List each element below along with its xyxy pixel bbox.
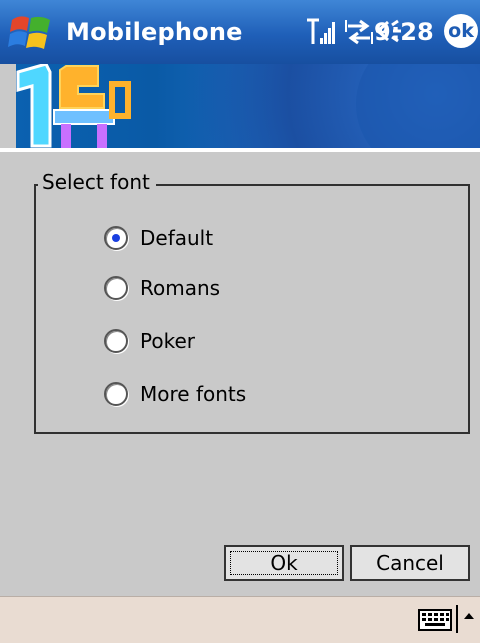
title-bar: Mobilephone 9:28 ok	[0, 0, 480, 64]
radio-button[interactable]	[104, 329, 128, 353]
banner-logo	[16, 64, 480, 148]
ok-button[interactable]: Ok	[224, 545, 344, 581]
header-banner-image	[16, 64, 480, 148]
keyboard-icon[interactable]	[418, 609, 452, 631]
radio-option-romans[interactable]: Romans	[104, 272, 220, 304]
clock-time[interactable]: 9:28	[374, 18, 434, 46]
cancel-button[interactable]: Cancel	[350, 545, 470, 581]
radio-button-selected[interactable]	[104, 226, 128, 250]
connectivity-icon[interactable]	[344, 14, 374, 50]
group-label: Select font	[38, 170, 156, 194]
cancel-button-label: Cancel	[376, 551, 444, 575]
app-title: Mobilephone	[66, 18, 243, 46]
windows-start-icon[interactable]	[8, 12, 54, 54]
radio-button[interactable]	[104, 276, 128, 300]
radio-label: Default	[140, 226, 214, 250]
radio-option-poker[interactable]: Poker	[104, 325, 195, 357]
radio-label: Poker	[140, 329, 195, 353]
signal-strength-icon[interactable]	[306, 14, 336, 50]
bottom-menu-bar	[0, 596, 480, 643]
up-arrow-icon[interactable]	[462, 607, 476, 629]
radio-button[interactable]	[104, 382, 128, 406]
banner-divider	[0, 148, 480, 152]
focus-rectangle	[230, 551, 338, 575]
font-group-box	[34, 184, 470, 434]
radio-label: More fonts	[140, 382, 247, 406]
ok-title-button[interactable]: ok	[444, 14, 478, 48]
radio-option-more-fonts[interactable]: More fonts	[104, 378, 246, 410]
radio-option-default[interactable]: Default	[104, 222, 213, 254]
menu-separator	[456, 605, 458, 633]
radio-label: Romans	[140, 276, 221, 300]
